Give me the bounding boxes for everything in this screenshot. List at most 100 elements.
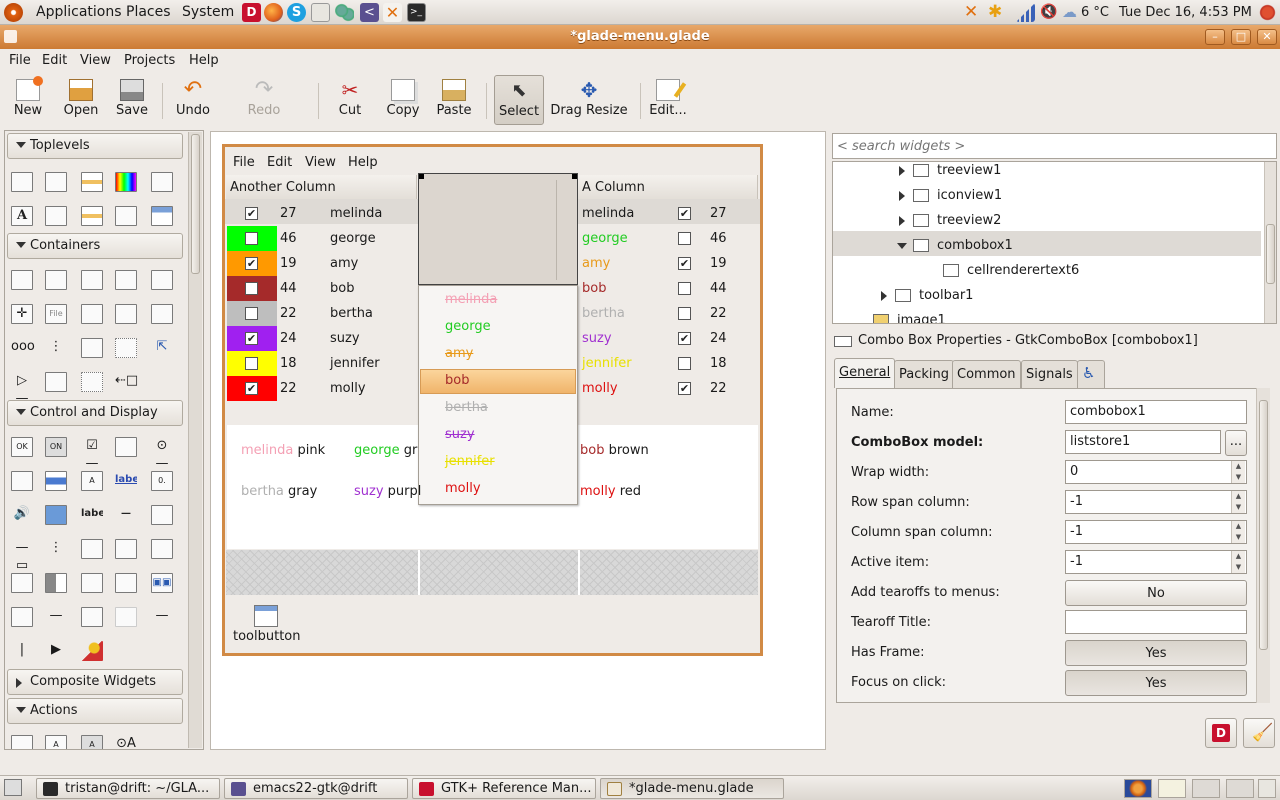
iconview-item[interactable]: molly red xyxy=(580,484,641,499)
task-gtk-reference[interactable]: GTK+ Reference Man... xyxy=(412,778,596,799)
font-button-widget-icon[interactable]: A xyxy=(81,471,103,491)
devhelp-button[interactable]: D xyxy=(1205,718,1237,748)
toolbutton-icon[interactable] xyxy=(254,605,278,627)
ruler-widget-icon[interactable]: — xyxy=(151,607,173,627)
combo-popup-item[interactable]: jennifer xyxy=(445,454,495,469)
row-checkbox-left[interactable]: ✔ xyxy=(245,382,258,395)
iconview-item[interactable]: bertha gray xyxy=(241,484,317,499)
assistant-widget-icon[interactable] xyxy=(151,206,173,226)
row-checkbox-left[interactable] xyxy=(245,282,258,295)
row-checkbox-right[interactable]: ✔ xyxy=(678,207,691,220)
task-emacs[interactable]: emacs22-gtk@drift xyxy=(224,778,408,799)
workspace-4-icon[interactable] xyxy=(1226,779,1254,798)
property-toggle-button[interactable]: Yes xyxy=(1065,670,1247,696)
clear-button[interactable]: 🧹 xyxy=(1243,718,1275,748)
toggle-button-widget-icon[interactable]: ON xyxy=(45,437,67,457)
iconview-item[interactable]: suzy purpl xyxy=(354,484,421,499)
property-input[interactable]: combobox1 xyxy=(1065,400,1247,424)
toggle-action-widget-icon[interactable]: A xyxy=(45,735,67,749)
combobox1-widget[interactable] xyxy=(418,173,578,285)
tree-node[interactable]: cellrenderertext6 xyxy=(943,258,1079,283)
event-box-widget-icon[interactable]: ⇱ xyxy=(151,338,173,358)
save-button[interactable]: Save xyxy=(112,75,152,125)
vbox-widget-icon[interactable] xyxy=(45,270,67,290)
file-chooser-dialog-widget-icon[interactable] xyxy=(151,172,173,192)
design-menu-file[interactable]: File xyxy=(233,155,255,170)
property-input[interactable]: -1 xyxy=(1065,490,1247,514)
devhelp-launcher-icon[interactable]: D xyxy=(242,3,261,22)
drawing-area-widget-icon[interactable] xyxy=(115,607,137,627)
about-dialog-widget-icon[interactable] xyxy=(81,172,103,192)
handle-box-widget-icon[interactable]: ⇠□ xyxy=(115,372,138,392)
hbox-widget-icon[interactable] xyxy=(11,270,33,290)
tree-node[interactable]: toolbar1 xyxy=(881,283,973,308)
property-input[interactable]: -1 xyxy=(1065,520,1247,544)
property-toggle-button[interactable]: Yes xyxy=(1065,640,1247,666)
task-terminal[interactable]: tristan@drift: ~/GLA... xyxy=(36,778,220,799)
ubuntu-logo-icon[interactable] xyxy=(4,3,23,22)
palette-group-actions[interactable]: Actions xyxy=(7,698,183,724)
spin-arrows-icon[interactable]: ▲ ▼ xyxy=(1231,491,1245,513)
statusbar-widget-icon[interactable] xyxy=(11,607,33,627)
design-menu-view[interactable]: View xyxy=(305,155,336,170)
color-selection-widget-icon[interactable] xyxy=(115,172,137,192)
scrolled-window-widget-icon[interactable] xyxy=(81,372,103,392)
iconview-item[interactable]: bob brown xyxy=(580,443,649,458)
menu-help[interactable]: Help xyxy=(189,53,219,68)
frame-widget-icon[interactable] xyxy=(151,270,173,290)
workspace-1-icon[interactable] xyxy=(1124,779,1152,798)
combo-popup-item[interactable]: bob xyxy=(445,373,469,388)
hscrollbar-widget-icon[interactable] xyxy=(81,539,103,559)
spin-arrows-icon[interactable]: ▲ ▼ xyxy=(1231,461,1245,483)
font-selection-widget-icon[interactable]: A xyxy=(11,206,33,226)
tab-common[interactable]: Common xyxy=(952,360,1021,388)
arrow-widget-icon[interactable]: ▶ xyxy=(45,641,67,661)
weather-cloud-icon[interactable]: ☁ xyxy=(1062,3,1081,22)
fixed-widget-icon[interactable]: ✛ xyxy=(11,304,33,324)
palette-group-control-and-display[interactable]: Control and Display xyxy=(7,400,183,426)
hseparator-widget-icon[interactable]: — xyxy=(45,607,67,627)
tree-view-widget-icon[interactable] xyxy=(115,573,137,593)
iconview-item[interactable]: george gr xyxy=(354,443,417,458)
tree-scrollbar[interactable] xyxy=(1264,162,1276,323)
select-tool-button[interactable]: ⬉ Select xyxy=(494,75,544,125)
tray-update-icon[interactable]: ✱ xyxy=(988,3,1007,22)
tab-packing[interactable]: Packing xyxy=(894,360,955,388)
input-dialog-widget-icon[interactable] xyxy=(45,206,67,226)
vseparator-widget-icon[interactable]: | xyxy=(11,641,33,661)
volume-button-widget-icon[interactable]: 🔊 xyxy=(11,505,33,525)
row-checkbox-left[interactable] xyxy=(245,307,258,320)
edit-button[interactable]: Edit... xyxy=(648,75,688,125)
row-checkbox-left[interactable]: ✔ xyxy=(245,207,258,220)
expander-right-icon[interactable] xyxy=(899,166,905,176)
firefox-launcher-icon[interactable] xyxy=(264,3,283,22)
power-icon[interactable] xyxy=(1258,3,1277,22)
table-widget-icon[interactable] xyxy=(81,270,103,290)
widget-search-input[interactable] xyxy=(832,133,1277,159)
scale-button-widget-icon[interactable]: 0. xyxy=(151,471,173,491)
mail-launcher-icon[interactable] xyxy=(311,3,330,22)
radio-button-widget-icon[interactable]: ⊙— xyxy=(151,437,173,471)
places-menu[interactable]: Places xyxy=(126,4,171,20)
tree-node[interactable]: treeview2 xyxy=(899,208,1001,233)
model-browse-button[interactable]: ... xyxy=(1225,430,1247,456)
property-scrollbar-thumb[interactable] xyxy=(1259,400,1268,650)
skype-launcher-icon[interactable]: S xyxy=(287,3,306,22)
text-view-widget-icon[interactable] xyxy=(81,573,103,593)
menu-file[interactable]: File xyxy=(9,53,31,68)
terminal-launcher-icon[interactable]: >_ xyxy=(407,3,426,22)
alignment-widget-icon[interactable]: ▷— xyxy=(11,372,33,406)
show-desktop-icon[interactable] xyxy=(4,779,22,796)
tree-node[interactable]: combobox1 xyxy=(897,233,1013,258)
clock[interactable]: Tue Dec 16, 4:53 PM xyxy=(1119,5,1252,20)
palette-scrollbar-thumb[interactable] xyxy=(191,134,200,274)
minimize-button[interactable]: – xyxy=(1205,29,1225,45)
open-button[interactable]: Open xyxy=(60,75,102,125)
network-signal-icon[interactable] xyxy=(1016,3,1035,22)
row-checkbox-left[interactable]: ✔ xyxy=(245,257,258,270)
iconview-item[interactable]: melinda pink xyxy=(241,443,325,458)
window-titlebar[interactable]: *glade-menu.glade – □ ✕ xyxy=(0,25,1280,49)
vtoolbar-widget-icon[interactable]: ⋮ xyxy=(45,338,67,358)
column-header-a-column[interactable]: A Column xyxy=(578,175,758,201)
system-menu[interactable]: System xyxy=(182,4,234,20)
